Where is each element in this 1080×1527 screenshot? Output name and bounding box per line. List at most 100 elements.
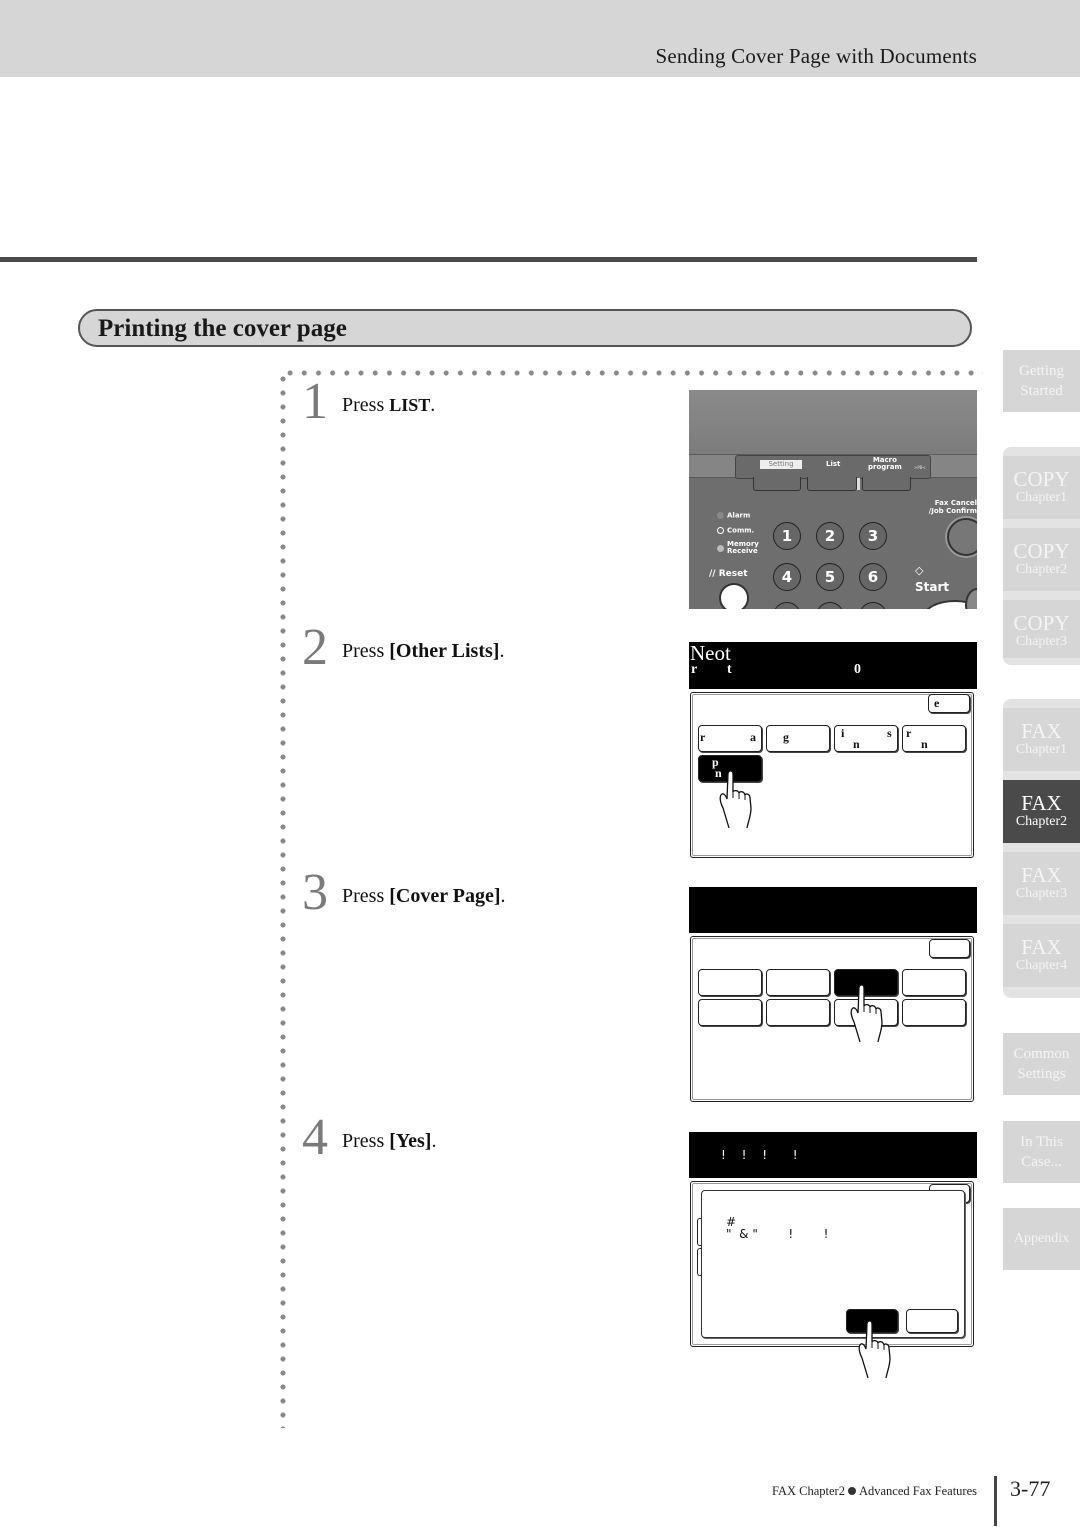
- step-instruction: Press [Other Lists].: [342, 640, 504, 663]
- list-option-button[interactable]: [698, 999, 762, 1026]
- tab-label: Chapter4: [1015, 958, 1068, 973]
- lcd-header: [689, 887, 977, 933]
- pointing-hand-icon: [850, 984, 883, 1043]
- section-heading: Printing the cover page: [78, 309, 972, 347]
- bracket-open: [: [389, 885, 396, 907]
- list-option-button[interactable]: [766, 999, 830, 1026]
- footer-breadcrumb: FAX Chapter2 Advanced Fax Features: [772, 1484, 977, 1499]
- tab-in-this-case[interactable]: In This Case...: [1003, 1121, 1080, 1183]
- tab-copy-chapter2[interactable]: COPY Chapter2: [1003, 528, 1080, 591]
- footer-chapter: FAX Chapter2: [771, 1484, 845, 1498]
- key-2[interactable]: 2: [816, 522, 844, 550]
- step-text-prefix: Press: [342, 394, 390, 416]
- start-icon: ◇: [915, 564, 924, 577]
- option-label: g: [783, 730, 789, 744]
- footer-divider: [994, 1476, 997, 1526]
- list-option-button[interactable]: isn: [834, 725, 898, 752]
- close-button[interactable]: [929, 939, 970, 958]
- tab-label: COPY: [1013, 467, 1070, 491]
- tab-fax-chapter3[interactable]: FAX Chapter3: [1003, 852, 1080, 915]
- running-header-title: Sending Cover Page with Documents: [655, 44, 977, 68]
- step-text-prefix: Press: [342, 640, 390, 662]
- list-option-button[interactable]: ra: [698, 725, 762, 752]
- header-band: Sending Cover Page with Documents: [0, 0, 1080, 77]
- bracket-close: ]: [493, 885, 501, 907]
- tab-getting-started[interactable]: Getting Started: [1003, 350, 1080, 412]
- tab-fax-chapter4[interactable]: FAX Chapter4: [1003, 924, 1080, 987]
- tab-label: Settings: [1017, 1066, 1066, 1082]
- bracket-open: [: [389, 1130, 396, 1152]
- footer-section: Advanced Fax Features: [858, 1484, 977, 1498]
- list-option-button[interactable]: [902, 969, 966, 996]
- key-3[interactable]: 3: [859, 522, 887, 550]
- step-instruction: Press [Cover Page].: [342, 885, 506, 908]
- tab-label: In This: [1020, 1134, 1063, 1150]
- list-option-button[interactable]: [766, 969, 830, 996]
- list-option-button[interactable]: rn: [902, 725, 966, 752]
- tab-label: COPY: [1013, 611, 1070, 635]
- bracket-open: [: [389, 640, 396, 662]
- key-name: Yes: [395, 1130, 425, 1152]
- tab-label: Started: [1020, 383, 1063, 399]
- tab-copy-chapter1[interactable]: COPY Chapter1: [1003, 456, 1080, 519]
- stop-button[interactable]: [965, 588, 977, 609]
- tab-label: COPY: [1013, 539, 1070, 563]
- led-comm: Comm.: [717, 527, 754, 535]
- no-button[interactable]: [906, 1309, 958, 1333]
- option-label: s: [887, 726, 892, 740]
- key-9[interactable]: [859, 602, 887, 609]
- pointing-hand-icon: [719, 770, 752, 829]
- step-text-suffix: .: [431, 1130, 437, 1152]
- tab-label: Appendix: [1013, 1231, 1070, 1246]
- memory-led-icon: [717, 544, 724, 552]
- list-option-button[interactable]: g: [766, 725, 830, 752]
- lcd-header: ! ! ! !: [689, 1132, 977, 1178]
- led-memory-receive: Memory Receive: [717, 541, 759, 555]
- key-1[interactable]: 1: [773, 522, 801, 550]
- setting-key[interactable]: [753, 477, 801, 491]
- tab-copy-chapter3[interactable]: COPY Chapter3: [1003, 600, 1080, 658]
- pointing-hand-icon: [858, 1320, 891, 1379]
- step-text-suffix: .: [499, 640, 505, 662]
- lcd-screen-confirm-dialog: ! ! ! ! # " & " ! !: [689, 1132, 977, 1379]
- dotted-guide-horizontal: [283, 370, 983, 376]
- macro-program-key[interactable]: [862, 477, 911, 491]
- list-option-button[interactable]: [902, 999, 966, 1026]
- key-name: Cover Page: [395, 885, 494, 907]
- tab-common-settings[interactable]: Common Settings: [1003, 1033, 1080, 1095]
- key-8[interactable]: [816, 602, 844, 609]
- alarm-led-icon: [717, 512, 724, 519]
- tab-fax-chapter2[interactable]: FAX Chapter2: [1003, 780, 1080, 843]
- function-key-bar: Setting List Macro program >PB<: [735, 455, 931, 479]
- tab-label: Chapter1: [1015, 490, 1068, 505]
- tab-label: Case...: [1021, 1154, 1062, 1170]
- tab-label: FAX: [1021, 719, 1062, 743]
- list-key-label: List: [826, 460, 841, 468]
- pb-label: >PB<: [914, 465, 926, 470]
- reset-button[interactable]: [719, 583, 749, 609]
- option-label: r: [700, 730, 706, 744]
- step-instruction: Press [Yes].: [342, 1130, 436, 1153]
- tab-label: Chapter3: [1015, 886, 1068, 901]
- fax-cancel-button[interactable]: [947, 518, 977, 556]
- step-text-suffix: .: [500, 885, 506, 907]
- lcd-subtitle-b: t: [727, 662, 732, 677]
- close-button[interactable]: e: [928, 694, 970, 713]
- tab-appendix[interactable]: Appendix: [1003, 1208, 1080, 1270]
- key-5[interactable]: 5: [816, 563, 844, 591]
- tab-fax-chapter1[interactable]: FAX Chapter1: [1003, 708, 1080, 771]
- macro-label-line2: program: [868, 463, 902, 471]
- list-key[interactable]: [807, 477, 857, 491]
- fax-cancel-line1: Fax Cancel: [934, 499, 977, 507]
- option-label: a: [750, 730, 756, 744]
- key-6[interactable]: 6: [859, 563, 887, 591]
- tab-label: Common: [1013, 1046, 1070, 1062]
- led-label: Alarm: [727, 511, 751, 520]
- key-7[interactable]: [773, 602, 801, 609]
- key-4[interactable]: 4: [773, 563, 801, 591]
- option-label: n: [853, 737, 860, 751]
- list-option-button[interactable]: [698, 969, 762, 996]
- option-label: n: [921, 737, 928, 751]
- fax-cancel-label: Fax Cancel/Job Confirm: [929, 499, 977, 515]
- dotted-guide-vertical: [280, 372, 286, 1428]
